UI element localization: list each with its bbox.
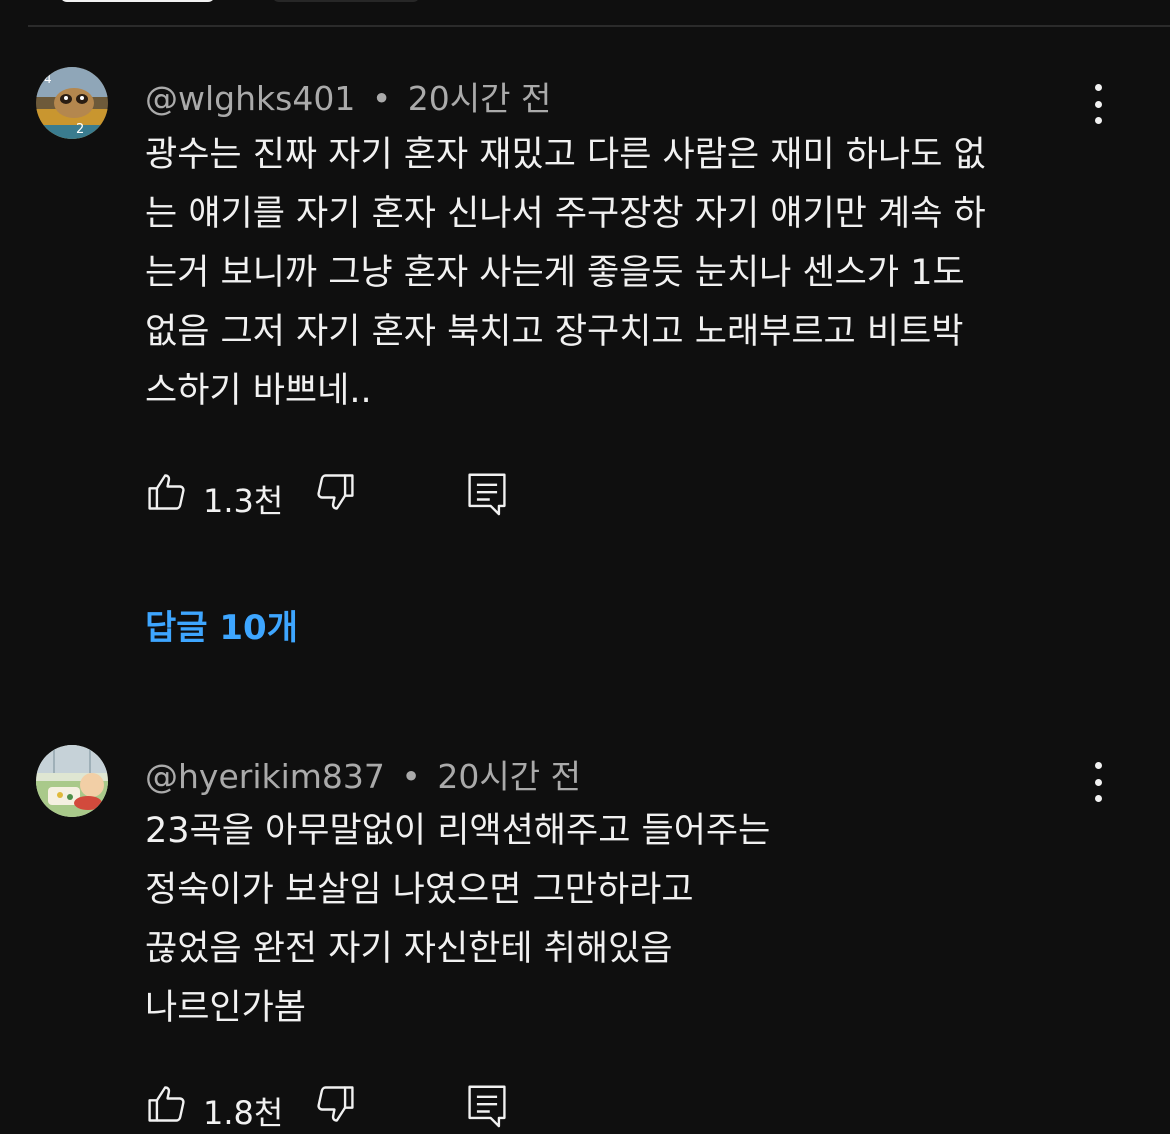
thumbs-down-icon[interactable] xyxy=(313,1082,357,1130)
more-vert-icon[interactable] xyxy=(1080,82,1116,126)
comment-line: 광수는 진짜 자기 혼자 재밌고 다른 사람은 재미 하나도 없 xyxy=(145,135,986,175)
comment-line: 스하기 바쁘네.. xyxy=(145,371,372,411)
comment-meta: @wlghks401 • 20시간 전 xyxy=(145,72,551,120)
comment-author[interactable]: @hyerikim837 xyxy=(145,757,385,796)
avatar[interactable] xyxy=(36,745,108,817)
like-count: 1.3천 xyxy=(203,482,284,520)
thumbs-down-icon[interactable] xyxy=(313,470,357,518)
replies-button[interactable]: 답글 10개 xyxy=(145,600,298,649)
svg-text:4: 4 xyxy=(44,72,52,86)
comment-line: 나르인가봄 xyxy=(145,988,307,1028)
meta-separator: • xyxy=(371,79,392,118)
comment-line: 없음 그저 자기 혼자 북치고 장구치고 노래부르고 비트박 xyxy=(145,312,964,352)
comment-body: 23곡을 아무말없이 리액션해주고 들어주는 정숙이가 보살임 나였으면 그만하… xyxy=(145,802,770,1038)
comment-line: 정숙이가 보살임 나였으면 그만하라고 xyxy=(145,870,694,910)
thumbs-up-icon[interactable] xyxy=(145,1082,189,1130)
like-count: 1.8천 xyxy=(203,1094,284,1132)
comment-author[interactable]: @wlghks401 xyxy=(145,79,355,118)
comment-line: 는 얘기를 자기 혼자 신나서 주구장창 자기 얘기만 계속 하 xyxy=(145,194,986,234)
more-vert-icon[interactable] xyxy=(1080,760,1116,804)
comment-body: 광수는 진짜 자기 혼자 재밌고 다른 사람은 재미 하나도 없 는 얘기를 자… xyxy=(145,126,986,421)
divider xyxy=(28,25,1170,27)
avatar[interactable]: 2 4 xyxy=(36,67,108,139)
comment-time[interactable]: 20시간 전 xyxy=(408,79,552,118)
meta-separator: • xyxy=(401,757,421,796)
reply-icon[interactable] xyxy=(465,1082,509,1134)
comment-line: 끊었음 완전 자기 자신한테 취해있음 xyxy=(145,929,673,969)
svg-text:2: 2 xyxy=(76,122,84,137)
filter-chip[interactable] xyxy=(272,0,420,2)
comment-meta: @hyerikim837 • 20시간 전 xyxy=(145,750,581,798)
comment-line: 23곡을 아무말없이 리액션해주고 들어주는 xyxy=(145,811,771,851)
comment-time[interactable]: 20시간 전 xyxy=(437,757,581,796)
top-filter-strip xyxy=(0,0,1170,28)
comment-line: 는거 보니까 그냥 혼자 사는게 좋을듯 눈치나 센스가 1도 xyxy=(145,253,965,293)
thumbs-up-icon[interactable] xyxy=(145,470,189,518)
filter-chip-selected[interactable] xyxy=(60,0,215,2)
reply-icon[interactable] xyxy=(465,470,509,522)
